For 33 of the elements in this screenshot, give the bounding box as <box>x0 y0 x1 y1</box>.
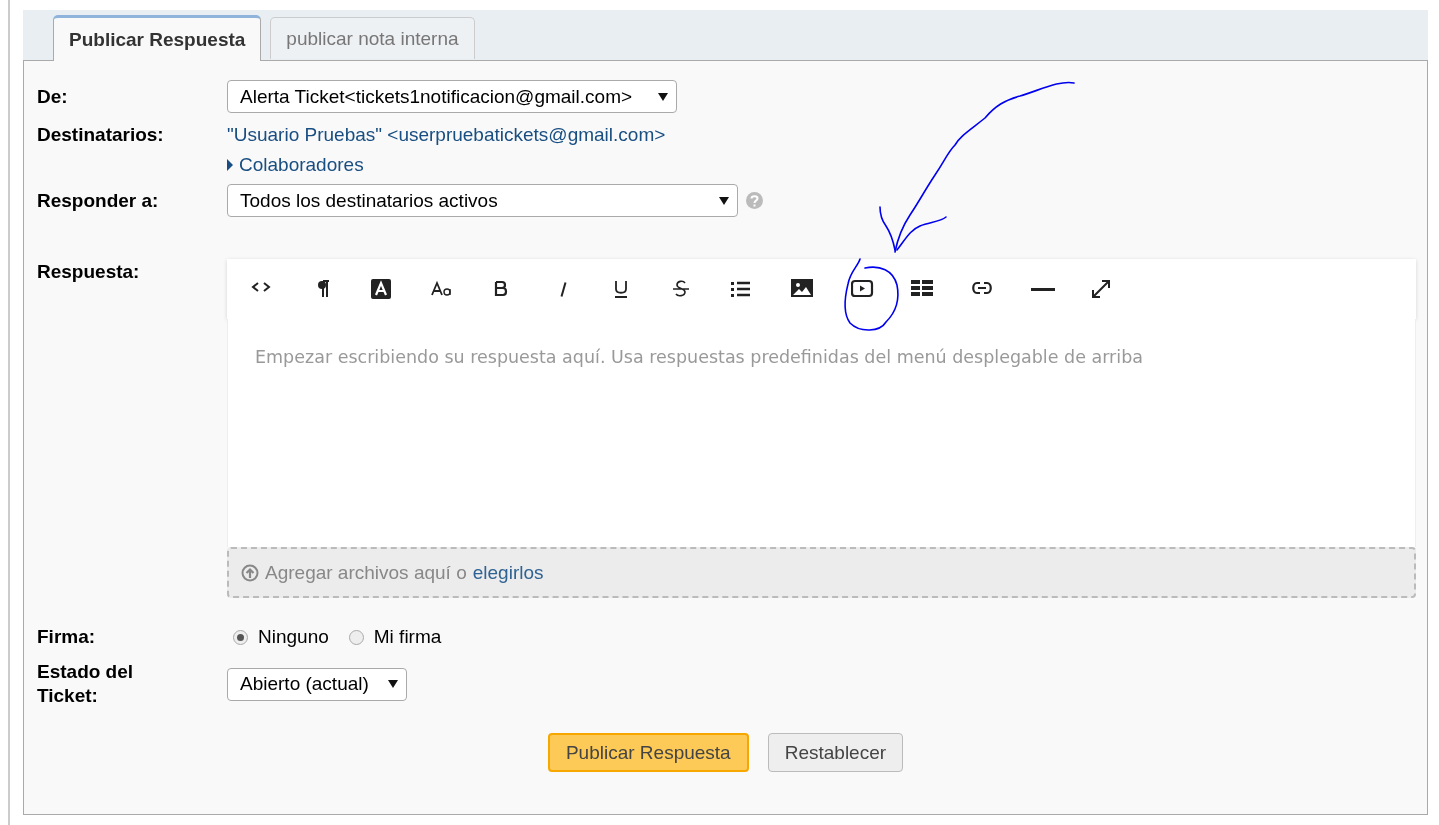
choose-files-link[interactable]: elegirlos <box>472 561 544 584</box>
video-play-icon <box>851 279 875 299</box>
field-label: Respuesta: <box>37 261 141 283</box>
field-label: De: <box>37 85 69 108</box>
horizontal-rule-icon <box>1031 287 1055 291</box>
radio-label: Ninguno <box>258 626 329 648</box>
field-label: Responder a: <box>37 189 160 212</box>
italic-icon <box>559 281 567 297</box>
field-label: Estado del Ticket: <box>37 660 135 708</box>
dropdown[interactable]: Abierto (actual) <box>227 667 407 701</box>
dropdown[interactable]: Todos los destinatarios activos <box>227 184 738 217</box>
caret-down-icon <box>388 680 398 688</box>
radio-label: Mi firma <box>373 626 442 648</box>
expand-triangle-icon[interactable] <box>227 159 233 171</box>
field-label: Destinatarios: <box>37 124 165 146</box>
recipient-address: "Usuario Pruebas" <userpruebatickets@gmail.com> <box>227 124 666 146</box>
image-icon <box>791 279 815 299</box>
dropdown[interactable]: Alerta Ticket<tickets1notificacion@gmail.com> <box>227 80 677 113</box>
tab[interactable]: Publicar Respuesta <box>53 15 262 61</box>
reset-button[interactable]: Restablecer <box>767 733 904 772</box>
submit-button[interactable]: Publicar Respuesta <box>547 733 749 772</box>
drop-zone-text: Agregar archivos aquí o <box>265 561 467 584</box>
pilcrow-icon <box>316 280 330 298</box>
tab[interactable]: publicar nota interna <box>270 17 475 59</box>
caret-down-icon <box>719 196 729 205</box>
collaborators-toggle[interactable]: Colaboradores <box>239 154 364 176</box>
caret-down-icon <box>658 92 668 101</box>
radio-button[interactable] <box>348 629 364 645</box>
upload-icon <box>241 563 259 582</box>
radio-button[interactable] <box>233 629 248 645</box>
table-icon <box>911 279 935 299</box>
field-label: Firma: <box>37 626 97 648</box>
file-drop-zone[interactable]: Agregar archivos aquí o elegirlos <box>227 547 1416 598</box>
